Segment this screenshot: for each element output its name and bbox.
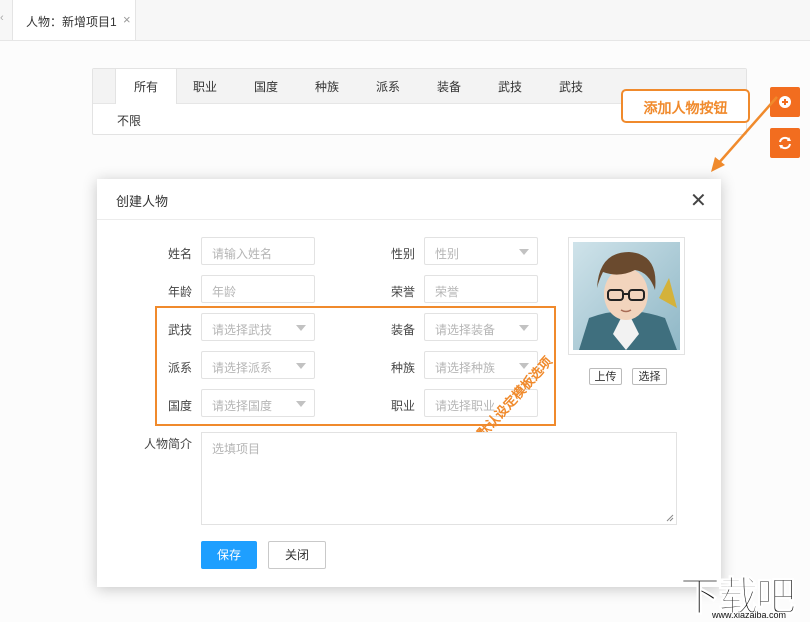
filter-tab-martial-1[interactable]: 武技: [482, 69, 538, 103]
age-label: 年龄: [167, 285, 192, 299]
document-tab-label: 人物：新增项目1: [26, 15, 117, 29]
avatar-portrait-icon: [573, 242, 680, 350]
watermark-url: www.xiazaiba.com: [712, 610, 787, 620]
gender-label: 性别: [390, 247, 415, 261]
document-tab-bar: ‹ 人物：新增项目1 ×: [0, 0, 810, 41]
avatar: [568, 237, 685, 355]
resize-handle-icon[interactable]: [666, 514, 674, 522]
filter-tab-equipment[interactable]: 装备: [421, 69, 477, 103]
bio-label: 人物简介: [143, 437, 192, 451]
choose-button[interactable]: 选择: [632, 368, 667, 385]
dialog-title: 创建人物: [116, 194, 169, 209]
tab-close-icon[interactable]: ×: [123, 12, 131, 27]
filter-tab-profession[interactable]: 职业: [177, 69, 233, 103]
filter-tab-all[interactable]: 所有: [115, 69, 177, 104]
filter-tab-faction[interactable]: 派系: [360, 69, 416, 103]
honor-placeholder: 荣誉: [435, 285, 460, 299]
filter-tab-race[interactable]: 种族: [299, 69, 355, 103]
bio-textarea[interactable]: 选填项目: [201, 432, 677, 525]
age-input[interactable]: 年龄: [201, 275, 315, 303]
save-button[interactable]: 保存: [201, 541, 257, 569]
chevron-down-icon: [519, 249, 529, 255]
honor-label: 荣誉: [390, 285, 415, 299]
watermark-logo: 下载吧 www.xiazaiba.com: [672, 564, 810, 621]
cancel-button[interactable]: 关闭: [268, 541, 326, 569]
age-placeholder: 年龄: [212, 285, 237, 299]
bio-placeholder: 选填项目: [212, 442, 261, 456]
honor-input[interactable]: 荣誉: [424, 275, 538, 303]
gender-select[interactable]: 性别: [424, 237, 538, 265]
callout-arrow-icon: [711, 96, 778, 172]
name-placeholder: 请输入姓名: [212, 247, 273, 261]
name-label: 姓名: [167, 247, 192, 261]
close-icon[interactable]: ✕: [690, 188, 707, 213]
name-input[interactable]: 请输入姓名: [201, 237, 315, 265]
upload-button[interactable]: 上传: [589, 368, 622, 385]
filter-tab-martial-2[interactable]: 武技: [543, 69, 599, 103]
document-tab[interactable]: 人物：新增项目1 ×: [12, 0, 136, 40]
gender-placeholder: 性别: [435, 247, 460, 261]
dialog-divider: [97, 219, 721, 220]
filter-value-any[interactable]: 不限: [117, 112, 141, 129]
filter-tab-country[interactable]: 国度: [238, 69, 294, 103]
tab-scroll-left-icon[interactable]: ‹: [0, 12, 4, 24]
create-character-dialog: 创建人物 ✕ 姓名 请输入姓名 性别 性别 年龄 年龄 荣誉 荣誉 武技 请选择…: [97, 179, 721, 587]
